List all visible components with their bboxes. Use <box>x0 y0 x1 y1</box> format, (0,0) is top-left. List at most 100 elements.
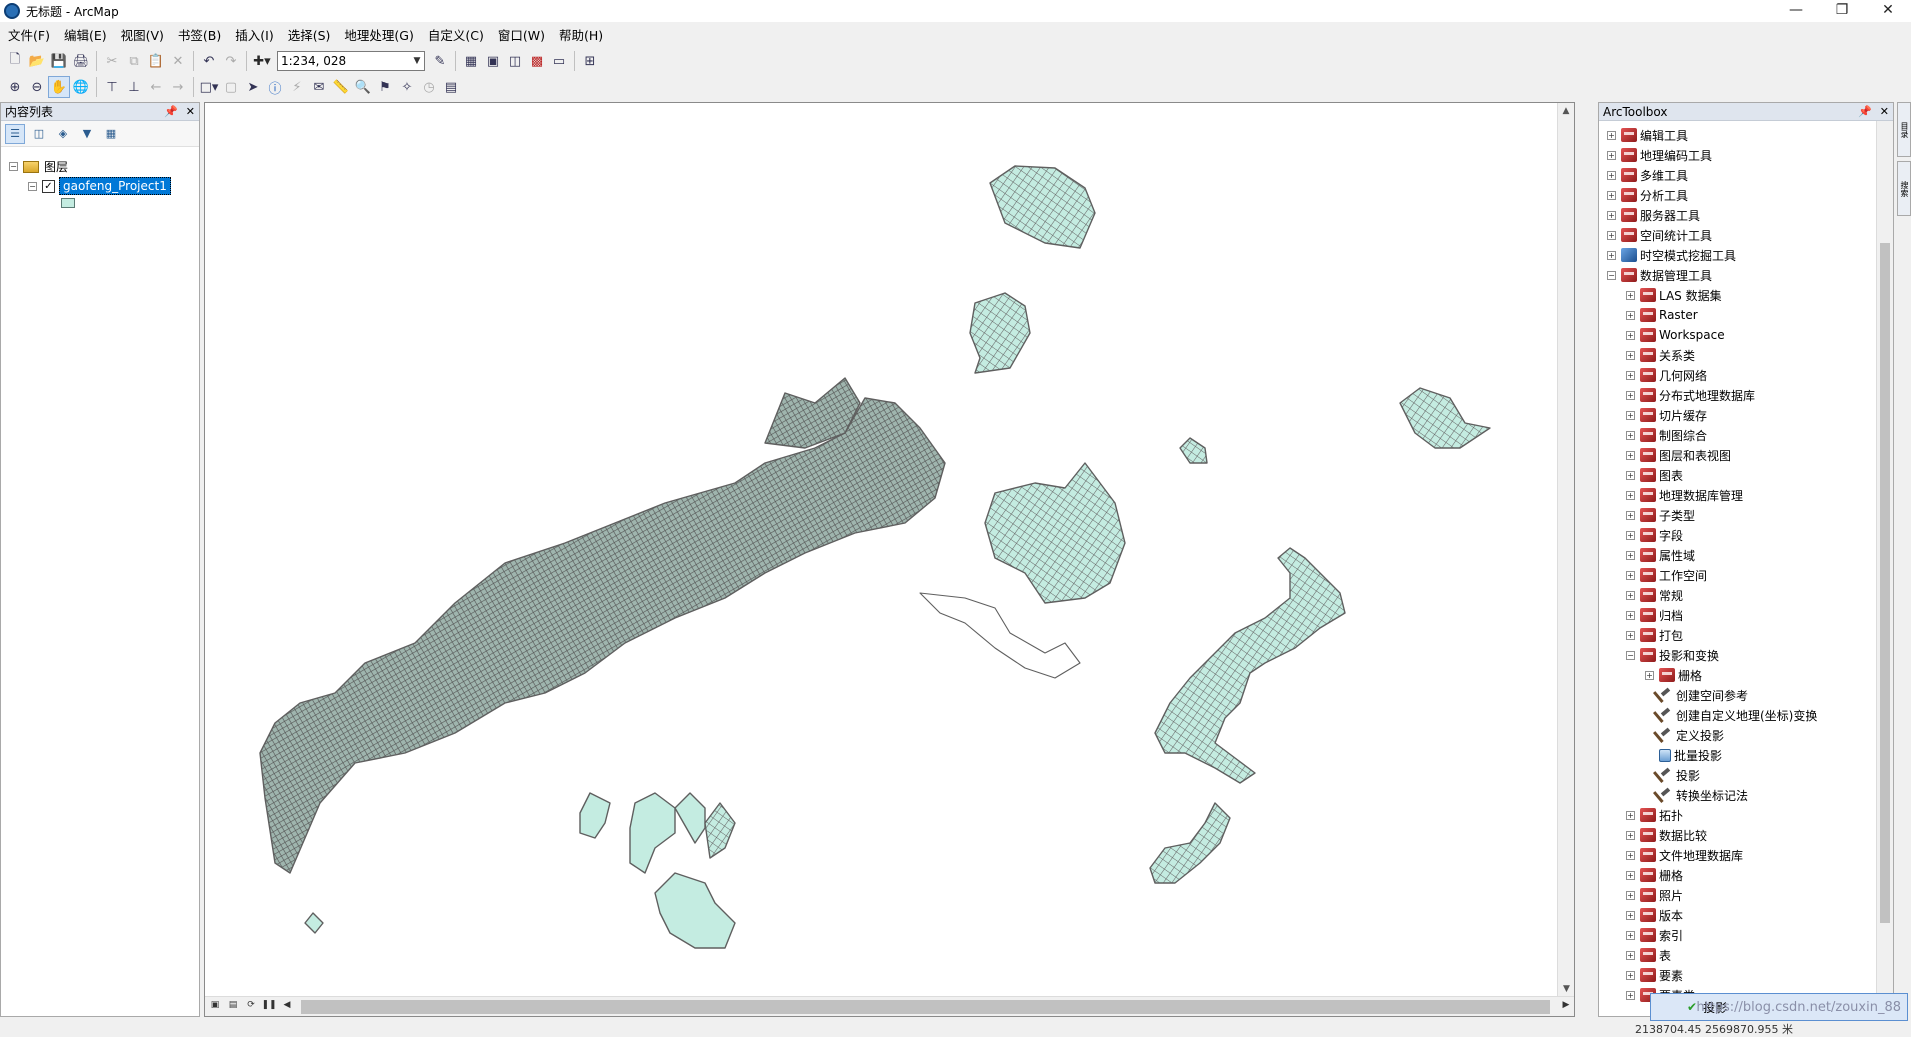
arctoolbox-window-icon[interactable]: ▩ <box>526 50 548 72</box>
toc-root-row[interactable]: − 图层 <box>9 158 68 175</box>
toolbox-item[interactable]: + Workspace <box>1626 325 1725 345</box>
toolbox-item[interactable]: + 栅格 <box>1645 665 1702 685</box>
go-to-xy-icon[interactable]: ✧ <box>396 76 418 98</box>
toc-layer-row[interactable]: − ✓ gaofeng_Project1 <box>28 177 171 195</box>
map-polygon[interactable] <box>1154 547 1346 784</box>
redo-icon[interactable]: ↷ <box>220 50 242 72</box>
toc-options-icon[interactable]: ▦ <box>101 124 121 144</box>
toolbox-item[interactable]: + 常规 <box>1626 585 1683 605</box>
menu-geoprocessing[interactable]: 地理处理(G) <box>344 25 413 44</box>
menu-customize[interactable]: 自定义(C) <box>428 25 484 44</box>
list-by-drawing-order-icon[interactable]: ☰ <box>5 123 25 144</box>
map-polygon[interactable] <box>1149 802 1231 884</box>
pin-icon[interactable]: 📌 <box>164 105 178 118</box>
toolbox-item[interactable]: + 分布式地理数据库 <box>1626 385 1755 405</box>
close-icon[interactable]: ✕ <box>1880 105 1889 118</box>
toc-legend-row[interactable] <box>61 198 75 208</box>
menu-insert[interactable]: 插入(I) <box>235 25 273 44</box>
toolbox-item[interactable]: + 打包 <box>1626 625 1683 645</box>
map-polygon[interactable] <box>1179 437 1208 464</box>
map-polygon[interactable] <box>674 792 706 844</box>
expand-icon[interactable]: + <box>1626 930 1635 940</box>
map-polygon[interactable] <box>1399 387 1491 449</box>
toolbox-item[interactable]: + LAS 数据集 <box>1626 285 1722 305</box>
layer-visibility-checkbox[interactable]: ✓ <box>42 179 55 193</box>
expand-icon[interactable]: + <box>1626 990 1635 1000</box>
back-extent-icon[interactable]: ← <box>145 76 167 98</box>
toolbox-vertical-scrollbar[interactable] <box>1876 121 1893 1016</box>
toolbox-item[interactable]: 批量投影 <box>1645 745 1722 765</box>
list-by-selection-icon[interactable]: ▼ <box>77 124 97 144</box>
layout-view-icon[interactable]: ▤ <box>225 1000 241 1014</box>
expand-icon[interactable]: + <box>1626 350 1635 360</box>
map-display[interactable]: ▲ ▼ ▣ ▤ ⟳ ❚❚ ◀ ▶ <box>204 102 1575 1017</box>
toolbox-item[interactable]: − 投影和变换 <box>1626 645 1719 665</box>
expand-icon[interactable]: + <box>1626 370 1635 380</box>
map-polygon[interactable] <box>704 802 736 859</box>
delete-icon[interactable]: ✕ <box>167 50 189 72</box>
layer-name[interactable]: gaofeng_Project1 <box>59 177 171 195</box>
toolbox-item[interactable]: + 地理编码工具 <box>1607 145 1712 165</box>
select-features-icon[interactable]: □▾ <box>198 76 220 98</box>
expand-icon[interactable]: + <box>1626 290 1635 300</box>
collapse-icon[interactable]: − <box>9 162 18 171</box>
cut-icon[interactable]: ✂ <box>101 50 123 72</box>
time-slider-icon[interactable]: ◷ <box>418 76 440 98</box>
full-extent-icon[interactable]: 🌐 <box>70 76 92 98</box>
search-window-icon[interactable]: ◫ <box>504 50 526 72</box>
polygon-symbol-swatch[interactable] <box>61 198 75 208</box>
menu-bookmarks[interactable]: 书签(B) <box>178 25 221 44</box>
modelbuilder-icon[interactable]: ⊞ <box>579 50 601 72</box>
map-polygon[interactable] <box>984 462 1126 604</box>
menu-windows[interactable]: 窗口(W) <box>498 25 545 44</box>
toolbox-item[interactable]: + 版本 <box>1626 905 1683 925</box>
identify-icon[interactable]: ⓘ <box>264 76 286 98</box>
map-horizontal-scrollbar[interactable] <box>301 999 1550 1014</box>
menu-file[interactable]: 文件(F) <box>8 25 50 44</box>
toolbox-item[interactable]: + 照片 <box>1626 885 1683 905</box>
toolbox-item[interactable]: + 多维工具 <box>1607 165 1688 185</box>
toolbox-item[interactable]: 投影 <box>1645 765 1700 785</box>
toolbox-item[interactable]: + 文件地理数据库 <box>1626 845 1743 865</box>
toolbox-item[interactable]: + 拓扑 <box>1626 805 1683 825</box>
menu-edit[interactable]: 编辑(E) <box>64 25 107 44</box>
clear-selection-icon[interactable]: ▢ <box>220 76 242 98</box>
map-polygon[interactable] <box>654 872 736 949</box>
expand-icon[interactable]: + <box>1626 870 1635 880</box>
expand-icon[interactable]: + <box>1626 470 1635 480</box>
map-polygon[interactable] <box>629 792 676 874</box>
expand-icon[interactable]: + <box>1626 890 1635 900</box>
map-polygon[interactable] <box>989 165 1096 249</box>
html-popup-icon[interactable]: ✉ <box>308 76 330 98</box>
collapse-icon[interactable]: − <box>1626 650 1635 660</box>
expand-icon[interactable]: + <box>1626 490 1635 500</box>
map-canvas[interactable] <box>205 103 1557 996</box>
expand-icon[interactable]: + <box>1607 210 1616 220</box>
toolbox-item[interactable]: + 图层和表视图 <box>1626 445 1731 465</box>
list-by-visibility-icon[interactable]: ◈ <box>53 124 73 144</box>
map-vertical-scrollbar[interactable]: ▲ ▼ <box>1557 103 1574 998</box>
expand-icon[interactable]: + <box>1626 570 1635 580</box>
expand-icon[interactable]: + <box>1626 410 1635 420</box>
copy-icon[interactable]: ⧉ <box>123 50 145 72</box>
select-elements-icon[interactable]: ➤ <box>242 76 264 98</box>
fixed-zoom-in-icon[interactable]: ⊤ <box>101 76 123 98</box>
expand-icon[interactable]: + <box>1626 830 1635 840</box>
geoprocessing-progress-popup[interactable]: ✔ 投影 https://blog.csdn.net/zouxin_88 <box>1650 993 1908 1021</box>
list-by-source-icon[interactable]: ◫ <box>29 124 49 144</box>
map-polygon[interactable] <box>579 792 611 839</box>
expand-icon[interactable]: + <box>1626 310 1635 320</box>
toolbox-item[interactable]: 定义投影 <box>1645 725 1724 745</box>
data-view-icon[interactable]: ▣ <box>207 1000 223 1014</box>
toolbox-item[interactable]: + 关系类 <box>1626 345 1695 365</box>
toolbox-item[interactable]: + 几何网络 <box>1626 365 1707 385</box>
close-button[interactable]: ✕ <box>1865 0 1911 22</box>
undo-icon[interactable]: ↶ <box>198 50 220 72</box>
toolbox-item[interactable]: − 数据管理工具 <box>1607 265 1712 285</box>
hyperlink-icon[interactable]: ⚡ <box>286 76 308 98</box>
expand-icon[interactable]: + <box>1626 510 1635 520</box>
toolbox-item[interactable]: + Raster <box>1626 305 1698 325</box>
expand-icon[interactable]: + <box>1626 970 1635 980</box>
toolbox-item[interactable]: + 索引 <box>1626 925 1683 945</box>
minimize-button[interactable]: — <box>1773 0 1819 22</box>
